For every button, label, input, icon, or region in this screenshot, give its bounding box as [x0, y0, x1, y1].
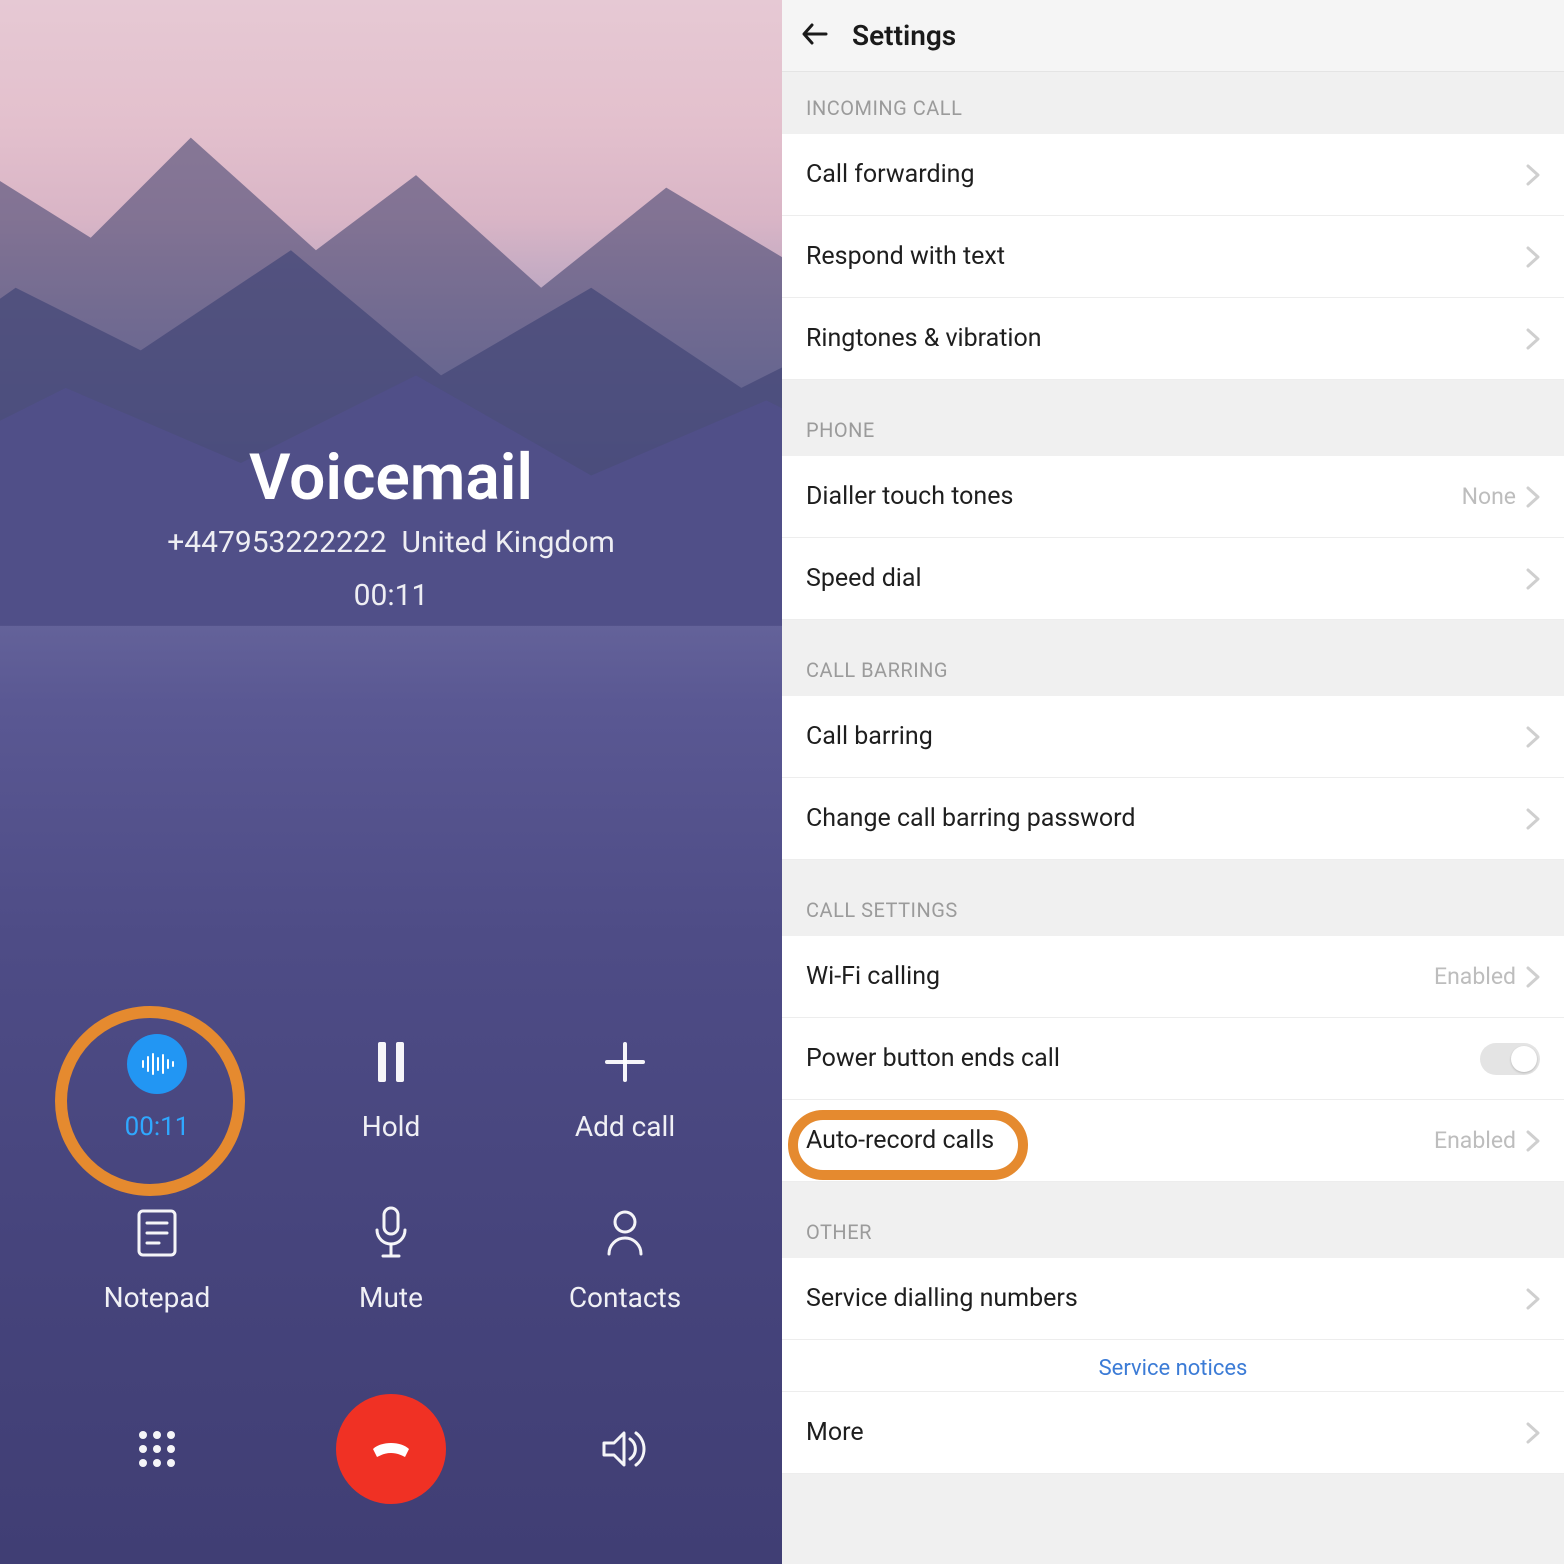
speaker-button[interactable] — [508, 1419, 742, 1479]
chevron-right-icon — [1526, 486, 1540, 508]
phone-hangup-icon — [363, 1419, 419, 1479]
hold-label: Hold — [362, 1110, 421, 1143]
settings-screen: Settings INCOMING CALL Call forwarding R… — [782, 0, 1564, 1564]
chevron-right-icon — [1526, 808, 1540, 830]
setting-label: Call barring — [806, 722, 933, 751]
mute-label: Mute — [359, 1281, 423, 1314]
notepad-icon — [135, 1203, 179, 1263]
setting-speed-dial[interactable]: Speed dial — [782, 538, 1564, 620]
caller-subline: +447953222222 United Kingdom — [0, 525, 782, 560]
setting-call-barring[interactable]: Call barring — [782, 696, 1564, 778]
record-button[interactable]: 00:11 — [40, 1032, 274, 1143]
setting-value: None — [1462, 483, 1516, 510]
chevron-right-icon — [1526, 164, 1540, 186]
dialpad-button[interactable] — [40, 1419, 274, 1479]
setting-label: Wi-Fi calling — [806, 962, 940, 991]
end-call-button[interactable] — [336, 1394, 446, 1504]
mute-button[interactable]: Mute — [274, 1203, 508, 1314]
chevron-right-icon — [1526, 1288, 1540, 1310]
plus-icon — [603, 1032, 647, 1092]
service-notices-link[interactable]: Service notices — [782, 1340, 1564, 1392]
setting-label: Power button ends call — [806, 1044, 1060, 1073]
setting-auto-record-calls[interactable]: Auto-record calls Enabled — [782, 1100, 1564, 1182]
call-info: Voicemail +447953222222 United Kingdom 0… — [0, 440, 782, 613]
setting-change-call-barring-password[interactable]: Change call barring password — [782, 778, 1564, 860]
setting-label: Change call barring password — [806, 804, 1136, 833]
chevron-right-icon — [1526, 966, 1540, 988]
setting-value: Enabled — [1434, 1127, 1516, 1154]
dialpad-icon — [135, 1419, 179, 1479]
hold-button[interactable]: Hold — [274, 1032, 508, 1143]
setting-label: Dialler touch tones — [806, 482, 1013, 511]
arrow-left-icon — [800, 19, 830, 53]
microphone-icon — [371, 1203, 411, 1263]
setting-value: Enabled — [1434, 963, 1516, 990]
setting-label: Call forwarding — [806, 160, 975, 189]
setting-label: Ringtones & vibration — [806, 324, 1042, 353]
pause-icon — [374, 1032, 408, 1092]
setting-more[interactable]: More — [782, 1392, 1564, 1474]
section-header-call-settings: CALL SETTINGS — [782, 874, 1564, 936]
chevron-right-icon — [1526, 726, 1540, 748]
chevron-right-icon — [1526, 246, 1540, 268]
setting-label: Respond with text — [806, 242, 1005, 271]
contacts-label: Contacts — [569, 1281, 681, 1314]
add-call-button[interactable]: Add call — [508, 1032, 742, 1143]
setting-label: Speed dial — [806, 564, 922, 593]
back-button[interactable] — [800, 19, 830, 53]
settings-title: Settings — [852, 19, 956, 52]
setting-call-forwarding[interactable]: Call forwarding — [782, 134, 1564, 216]
add-call-label: Add call — [575, 1110, 675, 1143]
record-timer: 00:11 — [125, 1112, 190, 1142]
call-screen: Voicemail +447953222222 United Kingdom 0… — [0, 0, 782, 1564]
caller-number: +447953222222 — [167, 525, 386, 560]
setting-wifi-calling[interactable]: Wi-Fi calling Enabled — [782, 936, 1564, 1018]
contacts-button[interactable]: Contacts — [508, 1203, 742, 1314]
caller-region: United Kingdom — [401, 525, 614, 560]
notepad-button[interactable]: Notepad — [40, 1203, 274, 1314]
settings-header: Settings — [782, 0, 1564, 72]
setting-label: Service dialling numbers — [806, 1284, 1078, 1313]
section-header-incoming-call: INCOMING CALL — [782, 72, 1564, 134]
section-header-call-barring: CALL BARRING — [782, 634, 1564, 696]
section-header-other: OTHER — [782, 1196, 1564, 1258]
setting-respond-with-text[interactable]: Respond with text — [782, 216, 1564, 298]
call-controls: 00:11 Hold — [0, 1032, 782, 1564]
setting-service-dialling-numbers[interactable]: Service dialling numbers — [782, 1258, 1564, 1340]
chevron-right-icon — [1526, 1130, 1540, 1152]
chevron-right-icon — [1526, 568, 1540, 590]
toggle-switch[interactable] — [1480, 1043, 1540, 1075]
setting-ringtones-vibration[interactable]: Ringtones & vibration — [782, 298, 1564, 380]
chevron-right-icon — [1526, 328, 1540, 350]
waveform-icon — [127, 1034, 187, 1094]
caller-name: Voicemail — [0, 440, 782, 515]
notepad-label: Notepad — [104, 1281, 211, 1314]
chevron-right-icon — [1526, 1422, 1540, 1444]
person-icon — [603, 1203, 647, 1263]
setting-power-button-ends-call[interactable]: Power button ends call — [782, 1018, 1564, 1100]
setting-label: More — [806, 1418, 864, 1447]
setting-label: Auto-record calls — [806, 1126, 994, 1155]
speaker-icon — [600, 1419, 650, 1479]
call-duration: 00:11 — [0, 578, 782, 613]
setting-dialler-touch-tones[interactable]: Dialler touch tones None — [782, 456, 1564, 538]
section-header-phone: PHONE — [782, 394, 1564, 456]
service-notices-label: Service notices — [1099, 1356, 1248, 1381]
